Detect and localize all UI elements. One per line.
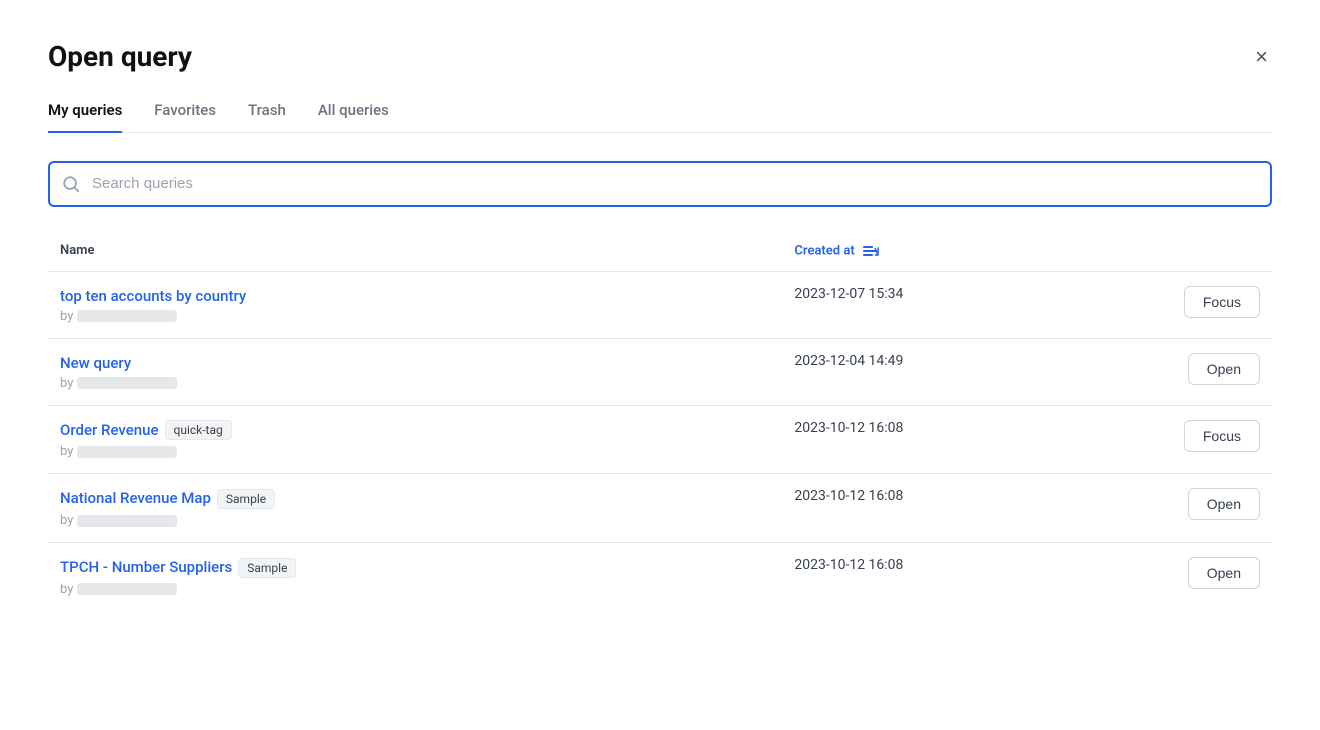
- search-input[interactable]: [48, 161, 1272, 207]
- col-header-action: [1125, 235, 1272, 272]
- query-author-row: by: [60, 309, 770, 324]
- query-author-row: by: [60, 582, 770, 597]
- open-button[interactable]: Open: [1188, 488, 1260, 520]
- tab-trash[interactable]: Trash: [248, 101, 286, 133]
- author-placeholder: [77, 515, 177, 527]
- query-author-row: by: [60, 444, 770, 459]
- author-placeholder: [77, 583, 177, 595]
- close-button[interactable]: ×: [1251, 42, 1272, 72]
- table-row: top ten accounts by country by 2023-12-07 …: [48, 271, 1272, 338]
- query-created-at: 2023-10-12 16:08: [782, 474, 1125, 543]
- table-row: TPCH - Number Suppliers Sample by 2023-10-1…: [48, 543, 1272, 611]
- sort-icon: [862, 243, 880, 259]
- query-author-row: by: [60, 513, 770, 528]
- by-label: by: [60, 309, 73, 324]
- query-name-link[interactable]: National Revenue Map: [60, 489, 211, 507]
- table-row: New query by 2023-12-04 14:49 Open: [48, 338, 1272, 405]
- query-created-at: 2023-10-12 16:08: [782, 405, 1125, 474]
- focus-button[interactable]: Focus: [1184, 286, 1260, 318]
- query-created-at: 2023-12-07 15:34: [782, 271, 1125, 338]
- query-tag: Sample: [217, 489, 275, 509]
- query-author-row: by: [60, 376, 770, 391]
- open-button[interactable]: Open: [1188, 353, 1260, 385]
- table-row: National Revenue Map Sample by 2023-10-12 1…: [48, 474, 1272, 543]
- query-created-at: 2023-10-12 16:08: [782, 543, 1125, 611]
- open-query-dialog: Open query × My queries Favorites Trash …: [0, 0, 1320, 730]
- queries-table: Name Created at top: [48, 235, 1272, 611]
- by-label: by: [60, 513, 73, 528]
- dialog-title: Open query: [48, 40, 192, 73]
- by-label: by: [60, 582, 73, 597]
- tab-bar: My queries Favorites Trash All queries: [48, 101, 1272, 133]
- query-name-link[interactable]: top ten accounts by country: [60, 287, 246, 305]
- query-name-link[interactable]: Order Revenue: [60, 421, 159, 439]
- open-button[interactable]: Open: [1188, 557, 1260, 589]
- query-tag: quick-tag: [165, 420, 232, 440]
- query-name-link[interactable]: New query: [60, 354, 131, 372]
- search-container: [48, 161, 1272, 207]
- author-placeholder: [77, 377, 177, 389]
- focus-button[interactable]: Focus: [1184, 420, 1260, 452]
- dialog-header: Open query ×: [48, 40, 1272, 73]
- query-created-at: 2023-12-04 14:49: [782, 338, 1125, 405]
- search-icon: [62, 175, 80, 193]
- tab-my-queries[interactable]: My queries: [48, 101, 122, 133]
- by-label: by: [60, 444, 73, 459]
- by-label: by: [60, 376, 73, 391]
- query-tag: Sample: [238, 558, 296, 578]
- tab-favorites[interactable]: Favorites: [154, 101, 216, 133]
- author-placeholder: [77, 310, 177, 322]
- table-row: Order Revenue quick-tag by 2023-10-12 16:08…: [48, 405, 1272, 474]
- tab-all-queries[interactable]: All queries: [318, 101, 389, 133]
- query-name-link[interactable]: TPCH - Number Suppliers: [60, 558, 232, 576]
- col-header-name: Name: [48, 235, 782, 272]
- col-header-created[interactable]: Created at: [782, 235, 1125, 272]
- author-placeholder: [77, 446, 177, 458]
